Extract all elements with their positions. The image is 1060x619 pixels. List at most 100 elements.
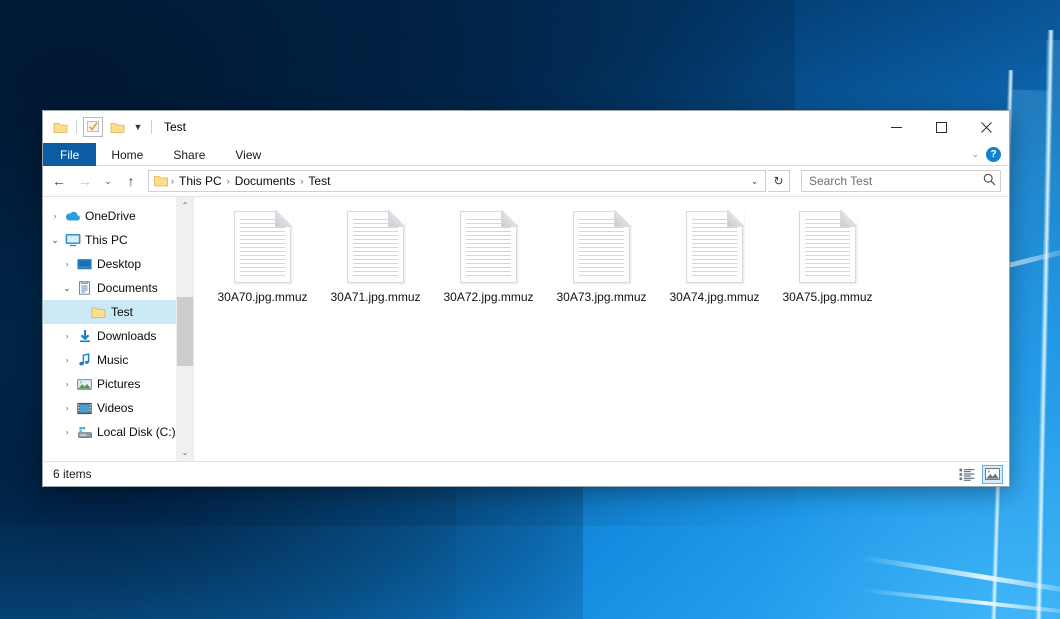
sidebar-item-test[interactable]: › Test xyxy=(43,300,193,324)
details-view-button[interactable] xyxy=(956,465,977,484)
onedrive-icon xyxy=(63,208,82,224)
file-name-label: 30A75.jpg.mmuz xyxy=(782,290,872,304)
recent-locations-button[interactable]: ⌄ xyxy=(99,169,117,193)
wallpaper-pane-b xyxy=(1046,40,1060,619)
sidebar-item-label: Test xyxy=(111,305,133,319)
breadcrumb-item-this-pc[interactable]: This PC xyxy=(175,174,226,188)
minimize-button[interactable] xyxy=(874,111,919,143)
tab-home[interactable]: Home xyxy=(96,143,158,166)
breadcrumb-item-documents[interactable]: Documents xyxy=(231,174,300,188)
window-title: Test xyxy=(164,120,186,134)
refresh-button[interactable]: ↻ xyxy=(768,170,790,192)
file-item[interactable]: 30A71.jpg.mmuz xyxy=(319,207,432,329)
search-box[interactable] xyxy=(801,170,1001,192)
chevron-right-icon[interactable]: › xyxy=(47,211,63,221)
search-input[interactable] xyxy=(809,174,983,188)
sidebar-item-label: OneDrive xyxy=(85,209,136,223)
sidebar-item-label: Downloads xyxy=(97,329,156,343)
scroll-down-button[interactable]: ⌄ xyxy=(177,444,193,461)
generic-document-icon xyxy=(234,211,291,283)
breadcrumb[interactable]: › This PC › Documents › Test ⌄ xyxy=(148,170,766,192)
navigation-pane-scrollbar[interactable]: ⌃ ⌄ xyxy=(176,197,193,461)
sidebar-item-local-disk-c[interactable]: › Local Disk (C:) xyxy=(43,420,193,444)
desktop-icon xyxy=(75,256,94,272)
maximize-button[interactable] xyxy=(919,111,964,143)
documents-icon xyxy=(75,280,94,296)
videos-icon xyxy=(75,400,94,416)
folder-icon[interactable] xyxy=(50,117,70,137)
chevron-down-icon[interactable]: ⌄ xyxy=(971,149,979,160)
search-icon[interactable] xyxy=(983,173,996,189)
back-button[interactable]: ← xyxy=(47,169,71,193)
ribbon-tab-bar: File Home Share View ⌄ ? xyxy=(43,143,1009,166)
file-name-label: 30A74.jpg.mmuz xyxy=(669,290,759,304)
toolbar-separator-2 xyxy=(151,120,152,134)
up-button[interactable]: ↑ xyxy=(119,169,143,193)
file-name-label: 30A73.jpg.mmuz xyxy=(556,290,646,304)
tab-share[interactable]: Share xyxy=(158,143,220,166)
sidebar-item-label: Local Disk (C:) xyxy=(97,425,176,439)
toolbar-separator-1 xyxy=(76,120,77,134)
sidebar-item-label: Documents xyxy=(97,281,158,295)
chevron-right-icon[interactable]: › xyxy=(59,259,75,269)
sidebar-item-onedrive[interactable]: › OneDrive xyxy=(43,204,193,228)
sidebar-item-label: Videos xyxy=(97,401,133,415)
forward-button: → xyxy=(73,169,97,193)
folder-tree: › OneDrive ⌄ xyxy=(43,197,193,444)
generic-document-icon xyxy=(347,211,404,283)
file-item[interactable]: 30A70.jpg.mmuz xyxy=(206,207,319,329)
downloads-icon xyxy=(75,328,94,344)
tab-file[interactable]: File xyxy=(43,143,96,166)
sidebar-item-label: Desktop xyxy=(97,257,141,271)
scroll-up-button[interactable]: ⌃ xyxy=(177,197,193,214)
scrollbar-track[interactable] xyxy=(177,214,193,444)
large-icons-view-button[interactable] xyxy=(982,465,1003,484)
breadcrumb-item-test[interactable]: Test xyxy=(304,174,334,188)
chevron-right-icon[interactable]: › xyxy=(59,379,75,389)
sidebar-item-this-pc[interactable]: ⌄ This PC xyxy=(43,228,193,252)
sidebar-item-downloads[interactable]: › Downloads xyxy=(43,324,193,348)
chevron-placeholder-icon: › xyxy=(73,307,89,317)
file-list-view[interactable]: 30A70.jpg.mmuz 30A71.jpg.mmuz 30A72.jpg.… xyxy=(194,197,1009,461)
drive-icon xyxy=(75,424,94,440)
breadcrumb-folder-icon xyxy=(154,175,168,187)
item-count-label: 6 items xyxy=(53,467,92,481)
title-bar: ▼ Test xyxy=(43,111,1009,143)
desktop-wallpaper: ▼ Test File Home Share View xyxy=(0,0,1060,619)
file-name-label: 30A72.jpg.mmuz xyxy=(443,290,533,304)
navigation-pane: › OneDrive ⌄ xyxy=(43,197,193,461)
file-item[interactable]: 30A72.jpg.mmuz xyxy=(432,207,545,329)
chevron-down-icon[interactable]: ⌄ xyxy=(47,235,63,246)
chevron-right-icon[interactable]: › xyxy=(59,427,75,437)
help-icon[interactable]: ? xyxy=(986,147,1001,162)
quick-access-dropdown-icon[interactable]: ▼ xyxy=(131,117,145,137)
generic-document-icon xyxy=(460,211,517,283)
file-explorer-window: ▼ Test File Home Share View xyxy=(42,110,1010,487)
address-bar: ← → ⌄ ↑ › This PC › Documents › Test ⌄ ↻ xyxy=(43,166,1009,196)
file-item[interactable]: 30A73.jpg.mmuz xyxy=(545,207,658,329)
breadcrumb-dropdown-icon[interactable]: ⌄ xyxy=(746,171,763,191)
chevron-down-icon[interactable]: ⌄ xyxy=(59,283,75,294)
wallpaper-ray-diagonal-2 xyxy=(860,555,1060,596)
new-folder-icon[interactable] xyxy=(107,117,127,137)
sidebar-item-pictures[interactable]: › Pictures xyxy=(43,372,193,396)
chevron-right-icon[interactable]: › xyxy=(59,403,75,413)
sidebar-item-label: Pictures xyxy=(97,377,140,391)
chevron-right-icon[interactable]: › xyxy=(59,331,75,341)
file-item[interactable]: 30A75.jpg.mmuz xyxy=(771,207,884,329)
properties-icon[interactable] xyxy=(83,117,103,137)
sidebar-item-desktop[interactable]: › Desktop xyxy=(43,252,193,276)
tab-view[interactable]: View xyxy=(220,143,276,166)
chevron-right-icon[interactable]: › xyxy=(59,355,75,365)
file-item[interactable]: 30A74.jpg.mmuz xyxy=(658,207,771,329)
music-icon xyxy=(75,352,94,368)
folder-icon xyxy=(89,304,108,320)
file-name-label: 30A70.jpg.mmuz xyxy=(217,290,307,304)
scrollbar-thumb[interactable] xyxy=(177,297,193,366)
sidebar-item-music[interactable]: › Music xyxy=(43,348,193,372)
close-button[interactable] xyxy=(964,111,1009,143)
sidebar-item-label: This PC xyxy=(85,233,128,247)
sidebar-item-documents[interactable]: ⌄ Documents xyxy=(43,276,193,300)
sidebar-item-videos[interactable]: › Video xyxy=(43,396,193,420)
thispc-icon xyxy=(63,232,82,248)
